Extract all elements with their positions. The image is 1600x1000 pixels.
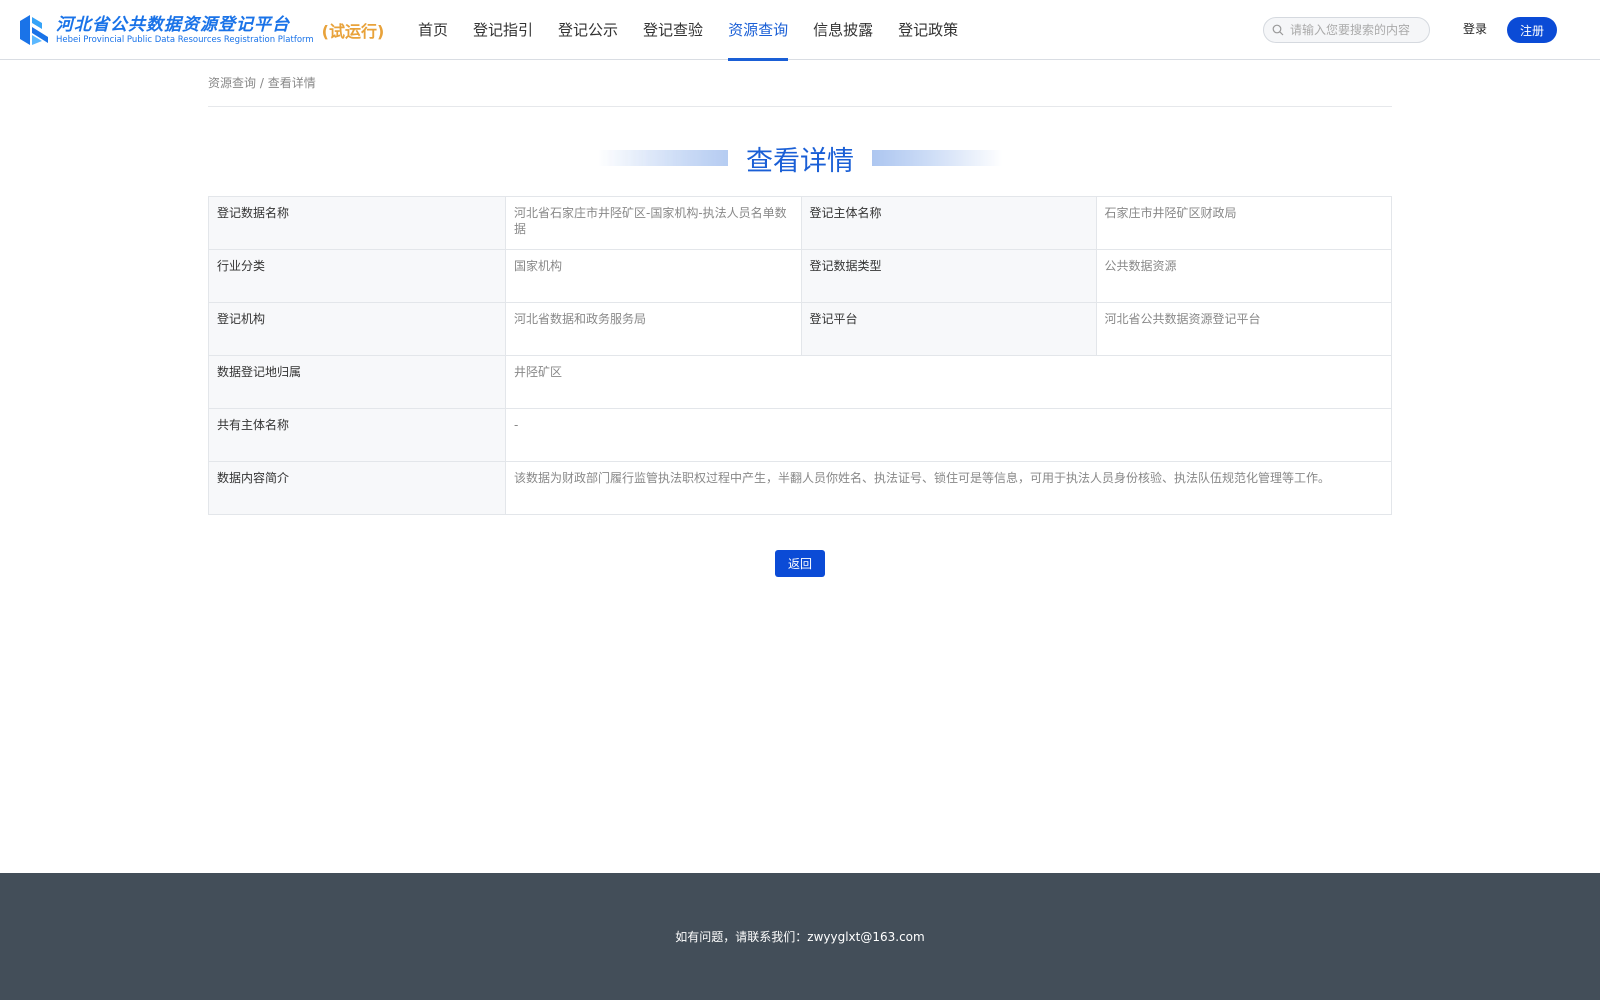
trial-badge: (试运行) — [321, 22, 385, 41]
register-button[interactable]: 注册 — [1507, 17, 1557, 43]
right-dots-decoration-icon — [872, 150, 1002, 166]
label-data-type: 登记数据类型 — [800, 249, 1097, 303]
footer-contact: 如有问题，请联系我们：zwyyglxt@163.com — [675, 930, 925, 944]
value-data-name: 河北省石家庄市井陉矿区-国家机构-执法人员名单数据 — [505, 196, 802, 250]
nav-item-verification[interactable]: 登记查验 — [643, 0, 703, 60]
nav-item-resource-query[interactable]: 资源查询 — [728, 0, 789, 61]
left-dots-decoration-icon — [598, 150, 728, 166]
label-data-name: 登记数据名称 — [208, 196, 506, 250]
value-agency: 河北省数据和政务服务局 — [505, 302, 802, 356]
top-header: 河北省公共数据资源登记平台 Hebei Provincial Public Da… — [0, 0, 1600, 61]
logo-text: 河北省公共数据资源登记平台 Hebei Provincial Public Da… — [56, 15, 314, 46]
value-industry: 国家机构 — [505, 249, 802, 303]
page-title: 查看详情 — [746, 145, 854, 177]
detail-table: 登记数据名称 河北省石家庄市井陉矿区-国家机构-执法人员名单数据 登记主体名称 … — [208, 196, 1392, 515]
nav-item-policy[interactable]: 登记政策 — [898, 0, 958, 60]
label-industry: 行业分类 — [208, 249, 506, 303]
label-agency: 登记机构 — [208, 302, 506, 356]
label-co-owner: 共有主体名称 — [208, 408, 506, 462]
table-row: 共有主体名称 - — [208, 408, 1392, 462]
back-button[interactable]: 返回 — [775, 550, 825, 577]
main-nav: 首页 登记指引 登记公示 登记查验 资源查询 信息披露 登记政策 — [418, 0, 983, 61]
page-title-wrap: 查看详情 — [0, 138, 1600, 178]
table-row: 数据登记地归属 井陉矿区 — [208, 355, 1392, 409]
label-platform: 登记平台 — [800, 302, 1097, 356]
value-co-owner: - — [505, 408, 1392, 462]
breadcrumb: 资源查询 / 查看详情 — [208, 74, 1392, 107]
table-row: 行业分类 国家机构 登记数据类型 公共数据资源 — [208, 249, 1392, 303]
label-subject-name: 登记主体名称 — [800, 196, 1097, 250]
platform-logo[interactable]: 河北省公共数据资源登记平台 Hebei Provincial Public Da… — [18, 12, 384, 48]
nav-item-guide[interactable]: 登记指引 — [473, 0, 533, 60]
value-description: 该数据为财政部门履行监管执法职权过程中产生，半翻人员你姓名、执法证号、锁住可是等… — [505, 461, 1392, 515]
logo-subtitle: Hebei Provincial Public Data Resources R… — [56, 34, 314, 45]
breadcrumb-parent[interactable]: 资源查询 — [208, 76, 256, 90]
table-row: 登记数据名称 河北省石家庄市井陉矿区-国家机构-执法人员名单数据 登记主体名称 … — [208, 196, 1392, 250]
table-row: 登记机构 河北省数据和政务服务局 登记平台 河北省公共数据资源登记平台 — [208, 302, 1392, 356]
search-box[interactable] — [1263, 17, 1430, 43]
login-link[interactable]: 登录 — [1463, 20, 1487, 37]
nav-item-disclosure[interactable]: 信息披露 — [813, 0, 873, 60]
search-input[interactable] — [1290, 23, 1420, 37]
breadcrumb-separator: / — [256, 76, 268, 90]
footer: 如有问题，请联系我们：zwyyglxt@163.com — [0, 873, 1600, 1000]
logo-title: 河北省公共数据资源登记平台 — [56, 14, 290, 35]
search-icon — [1272, 24, 1284, 36]
table-row: 数据内容简介 该数据为财政部门履行监管执法职权过程中产生，半翻人员你姓名、执法证… — [208, 461, 1392, 515]
label-region: 数据登记地归属 — [208, 355, 506, 409]
breadcrumb-current: 查看详情 — [267, 76, 316, 90]
nav-item-home[interactable]: 首页 — [418, 0, 448, 60]
value-data-type: 公共数据资源 — [1095, 249, 1392, 303]
value-platform: 河北省公共数据资源登记平台 — [1095, 302, 1392, 356]
value-region: 井陉矿区 — [505, 355, 1392, 409]
label-description: 数据内容简介 — [208, 461, 506, 515]
value-subject-name: 石家庄市井陉矿区财政局 — [1095, 196, 1392, 250]
nav-item-public-notice[interactable]: 登记公示 — [558, 0, 618, 60]
logo-mark-icon — [20, 15, 48, 45]
